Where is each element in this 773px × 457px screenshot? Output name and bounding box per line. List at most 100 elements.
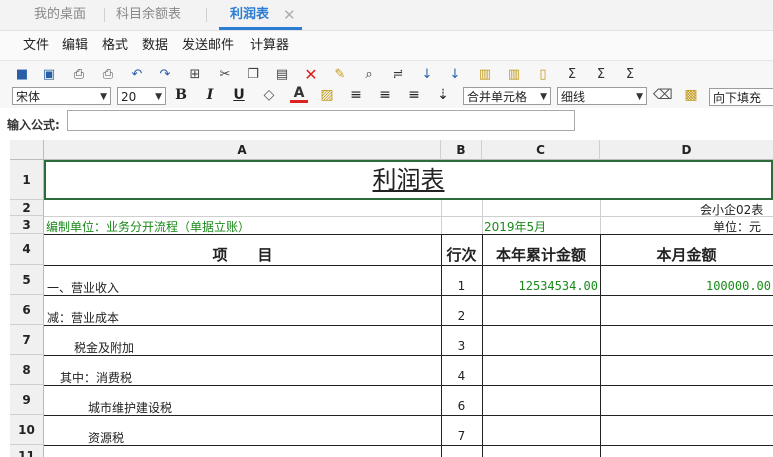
picture-icon[interactable]: ▨ [318, 86, 336, 104]
align-right-icon[interactable]: ≡ [405, 86, 423, 104]
fill-down-button[interactable]: 向下填充 [709, 88, 773, 106]
merge-cells-select[interactable]: 合并单元格 ▼ [463, 87, 551, 105]
font-size-value: 20 [121, 90, 137, 104]
form-code: 会小企02表 [700, 203, 764, 217]
ytd-value: 12534534.00 [518, 279, 598, 293]
line-number: 2 [457, 309, 466, 323]
row-header-6[interactable]: 6 [10, 295, 44, 325]
tab-divider [104, 8, 105, 22]
row-header-10[interactable]: 10 [10, 415, 44, 445]
font-size-select[interactable]: 20 ▼ [117, 87, 166, 105]
clipboard-paste-icon[interactable]: ▥ [505, 66, 523, 84]
bold-icon[interactable]: B [172, 86, 190, 104]
find-icon[interactable]: ⌕ [360, 66, 378, 84]
report-title: 利润表 [372, 166, 445, 194]
tab-divider [206, 8, 207, 22]
font-family-select[interactable]: 宋体 ▼ [12, 87, 111, 105]
font-color-icon[interactable]: A [290, 86, 308, 103]
document-icon[interactable]: ▯ [534, 66, 552, 84]
line-number: 3 [457, 339, 466, 353]
align-left-icon[interactable]: ≡ [347, 86, 365, 104]
menu-format[interactable]: 格式 [102, 31, 128, 60]
border-style-select[interactable]: 细线 ▼ [557, 87, 647, 105]
column-header-d[interactable]: D [600, 140, 773, 160]
underline-icon[interactable]: U [230, 86, 248, 104]
menu-edit[interactable]: 编辑 [62, 31, 88, 60]
row-header-7[interactable]: 7 [10, 325, 44, 355]
tab-bar: 我的桌面 科目余额表 利润表 ✕ [0, 0, 773, 31]
row-header-11[interactable]: 11 [10, 445, 44, 457]
row-header-3[interactable]: 3 [10, 216, 44, 234]
undo-icon[interactable]: ↶ [128, 66, 146, 84]
month-value: 100000.00 [705, 279, 771, 293]
grid-line [44, 216, 773, 217]
copy-icon[interactable]: ❐ [244, 66, 262, 84]
row-header-9[interactable]: 9 [10, 385, 44, 415]
settings-icon[interactable]: ▩ [682, 86, 700, 104]
format-painter-icon[interactable]: ✎ [331, 66, 349, 84]
fill-down-label: 向下填充 [713, 91, 762, 105]
chevron-down-icon: ▼ [155, 92, 162, 102]
formula-input[interactable] [67, 110, 575, 131]
redo-icon[interactable]: ↷ [156, 66, 174, 84]
column-header-a[interactable]: A [44, 140, 441, 160]
line-number: 6 [457, 399, 466, 413]
table-border [600, 234, 601, 457]
row-header-5[interactable]: 5 [10, 265, 44, 295]
menu-bar: 文件 编辑 格式 数据 发送邮件 计算器 [0, 31, 773, 61]
delete-icon[interactable]: ✕ [302, 66, 320, 84]
select-all-corner[interactable] [10, 140, 44, 160]
menu-file[interactable]: 文件 [23, 31, 49, 60]
table-border [482, 234, 483, 457]
column-header-b[interactable]: B [441, 140, 482, 160]
row-header-1[interactable]: 1 [10, 160, 44, 200]
chevron-down-icon: ▼ [100, 92, 107, 102]
row-header-4[interactable]: 4 [10, 234, 44, 265]
sort-descending-icon[interactable]: ↓ [446, 66, 464, 84]
align-center-icon[interactable]: ≡ [376, 86, 394, 104]
save-all-icon[interactable]: ▣ [40, 66, 58, 84]
wrap-text-icon[interactable]: ⇣ [434, 86, 452, 104]
save-icon[interactable]: ■ [13, 66, 31, 84]
row-header-8[interactable]: 8 [10, 355, 44, 385]
column-header-c[interactable]: C [482, 140, 600, 160]
replace-icon[interactable]: ≓ [389, 66, 407, 84]
fill-color-icon[interactable]: ◇ [260, 86, 278, 104]
font-family-value: 宋体 [16, 90, 41, 104]
sum-row-icon[interactable]: Σ [592, 66, 610, 84]
border-style-value: 细线 [561, 90, 586, 104]
sort-ascending-icon[interactable]: ↓ [418, 66, 436, 84]
menu-send-mail[interactable]: 发送邮件 [182, 31, 234, 60]
grid-line [441, 200, 442, 235]
spreadsheet-grid: A B C D 1 2 3 4 5 6 7 8 9 10 11 利润表 会小企0… [10, 140, 773, 457]
print-preview-icon[interactable]: ⎙ [70, 66, 88, 84]
report-title-cell[interactable]: 利润表 [44, 160, 773, 200]
header-item: 项 目 [212, 246, 273, 264]
menu-calculator[interactable]: 计算器 [250, 31, 289, 60]
menu-data[interactable]: 数据 [142, 31, 168, 60]
sum-icon[interactable]: Σ [563, 66, 581, 84]
cut-icon[interactable]: ✂ [216, 66, 234, 84]
close-icon[interactable]: ✕ [283, 0, 296, 30]
row-header-2[interactable]: 2 [10, 200, 44, 216]
merge-cells-value: 合并单元格 [467, 90, 528, 104]
item-name: 税金及附加 [74, 341, 135, 355]
clipboard-icon[interactable]: ▥ [476, 66, 494, 84]
print-icon[interactable]: ⎙ [99, 66, 117, 84]
table-border [44, 445, 773, 446]
line-number: 1 [457, 279, 466, 293]
italic-icon[interactable]: I [201, 86, 219, 104]
item-name: 城市维护建设税 [88, 401, 173, 415]
paste-icon[interactable]: ▤ [273, 66, 291, 84]
grid-icon[interactable]: ⊞ [186, 66, 204, 84]
table-border [44, 355, 773, 356]
table-border [44, 265, 773, 266]
tab-balance[interactable]: 科目余额表 [116, 0, 181, 30]
eraser-icon[interactable]: ⌫ [653, 86, 673, 104]
tab-profit-statement[interactable]: 利润表 [230, 0, 269, 30]
item-name: 资源税 [88, 431, 125, 445]
sum-column-icon[interactable]: Σ [621, 66, 639, 84]
tab-desktop[interactable]: 我的桌面 [34, 0, 86, 30]
line-number: 4 [457, 369, 466, 383]
chevron-down-icon: ▼ [636, 92, 643, 102]
